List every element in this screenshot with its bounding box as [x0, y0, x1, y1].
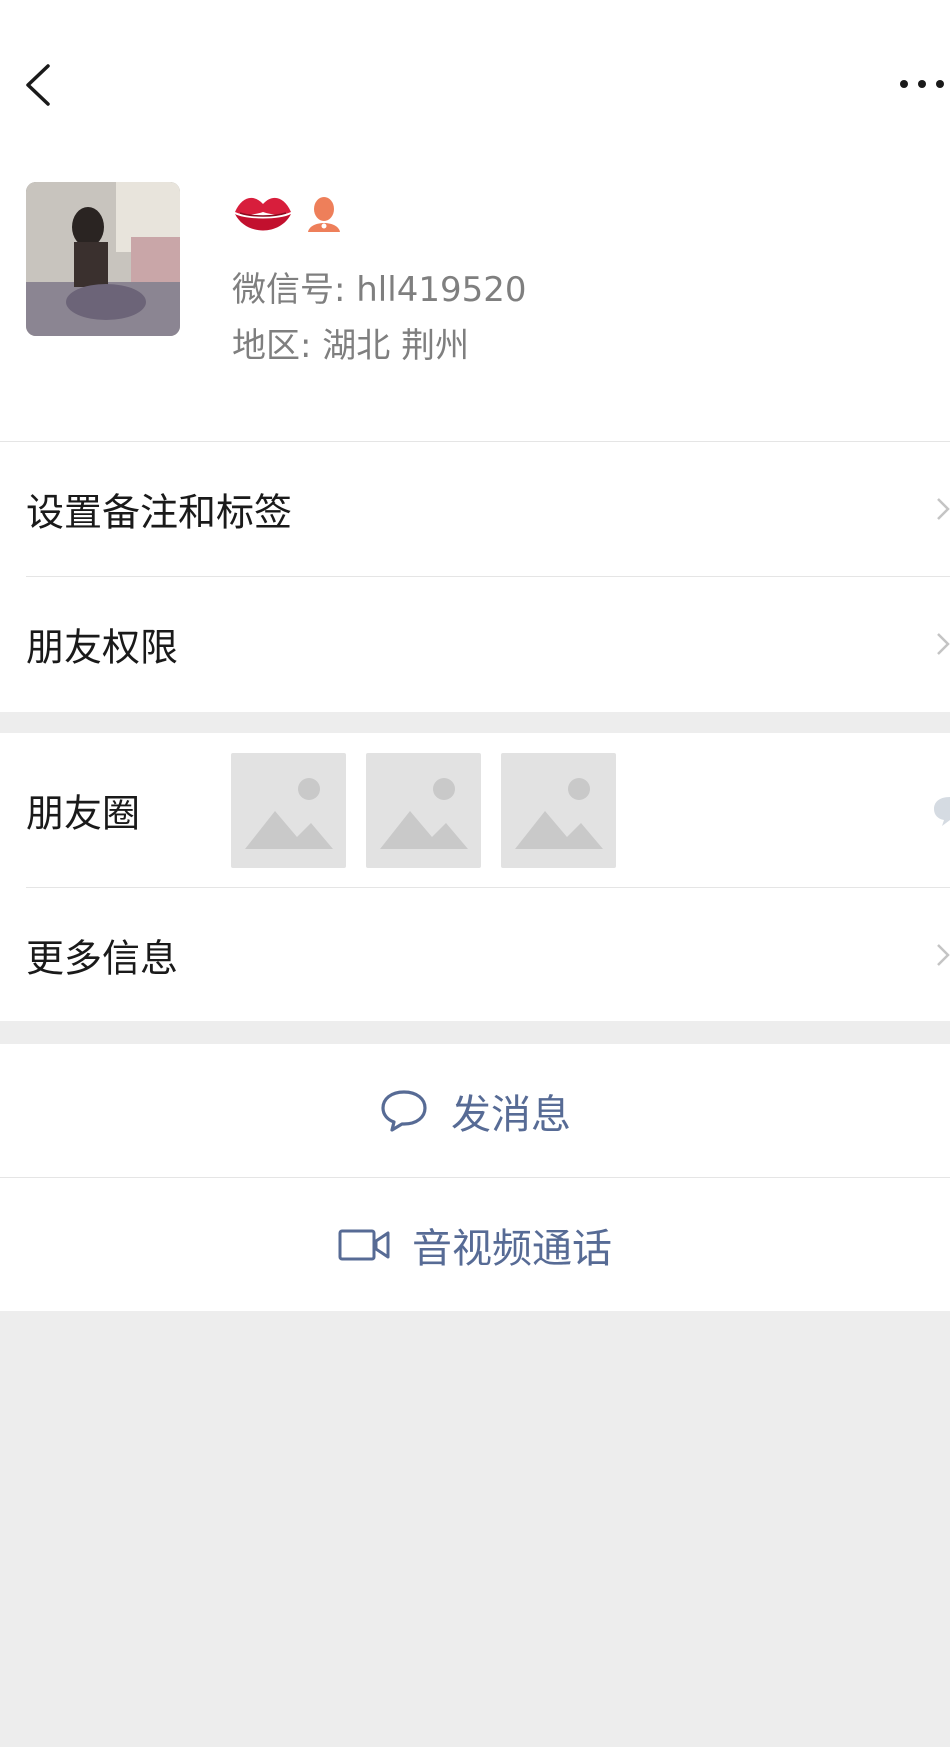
chevron-left-icon: [26, 64, 50, 106]
chat-bubble-icon: [381, 1089, 427, 1132]
avatar-image: [26, 182, 180, 336]
back-button[interactable]: [18, 60, 58, 110]
set-remark-tags-label: 设置备注和标签: [26, 490, 293, 535]
video-camera-icon: [338, 1229, 390, 1260]
moments-thumbnails: [231, 753, 616, 868]
region: 地区: 湖北 荆州: [232, 326, 470, 366]
friend-permissions-row[interactable]: 朋友权限: [0, 577, 950, 711]
more-info-row[interactable]: 更多信息: [0, 888, 950, 1022]
more-dots-icon: [900, 80, 944, 88]
moments-thumbnail: [366, 753, 481, 868]
moments-thumbnail: [501, 753, 616, 868]
comment-bubble-icon: [934, 797, 950, 826]
send-message-label: 发消息: [451, 1091, 571, 1138]
settings-group: 设置备注和标签 朋友权限: [0, 442, 950, 712]
more-info-label: 更多信息: [26, 936, 179, 981]
female-person-icon: [308, 197, 340, 232]
actions-group: 发消息 音视频通话: [0, 1044, 950, 1311]
navigation-bar: [0, 0, 950, 170]
more-options-button[interactable]: [894, 72, 950, 96]
send-message-button[interactable]: 发消息: [0, 1044, 950, 1177]
photo-placeholder-icon: [366, 753, 481, 868]
moments-row[interactable]: 朋友圈: [0, 733, 950, 887]
audio-video-call-button[interactable]: 音视频通话: [0, 1178, 950, 1311]
profile-header: 微信号: hll419520 地区: 湖北 荆州: [0, 170, 950, 442]
avatar[interactable]: [26, 182, 180, 336]
audio-video-call-label: 音视频通话: [412, 1225, 612, 1272]
set-remark-tags-row[interactable]: 设置备注和标签: [0, 442, 950, 576]
photo-placeholder-icon: [501, 753, 616, 868]
wechat-id: 微信号: hll419520: [232, 270, 527, 310]
moments-label: 朋友圈: [26, 791, 141, 836]
moments-group: 朋友圈 更多信息: [0, 733, 950, 1021]
friend-permissions-label: 朋友权限: [26, 625, 179, 670]
photo-placeholder-icon: [231, 753, 346, 868]
chevron-right-icon: [937, 498, 950, 520]
chevron-right-icon: [937, 633, 950, 655]
moments-thumbnail: [231, 753, 346, 868]
profile-badges: [232, 186, 344, 242]
lips-emoji-icon: [235, 197, 291, 231]
chevron-right-icon: [937, 944, 950, 966]
